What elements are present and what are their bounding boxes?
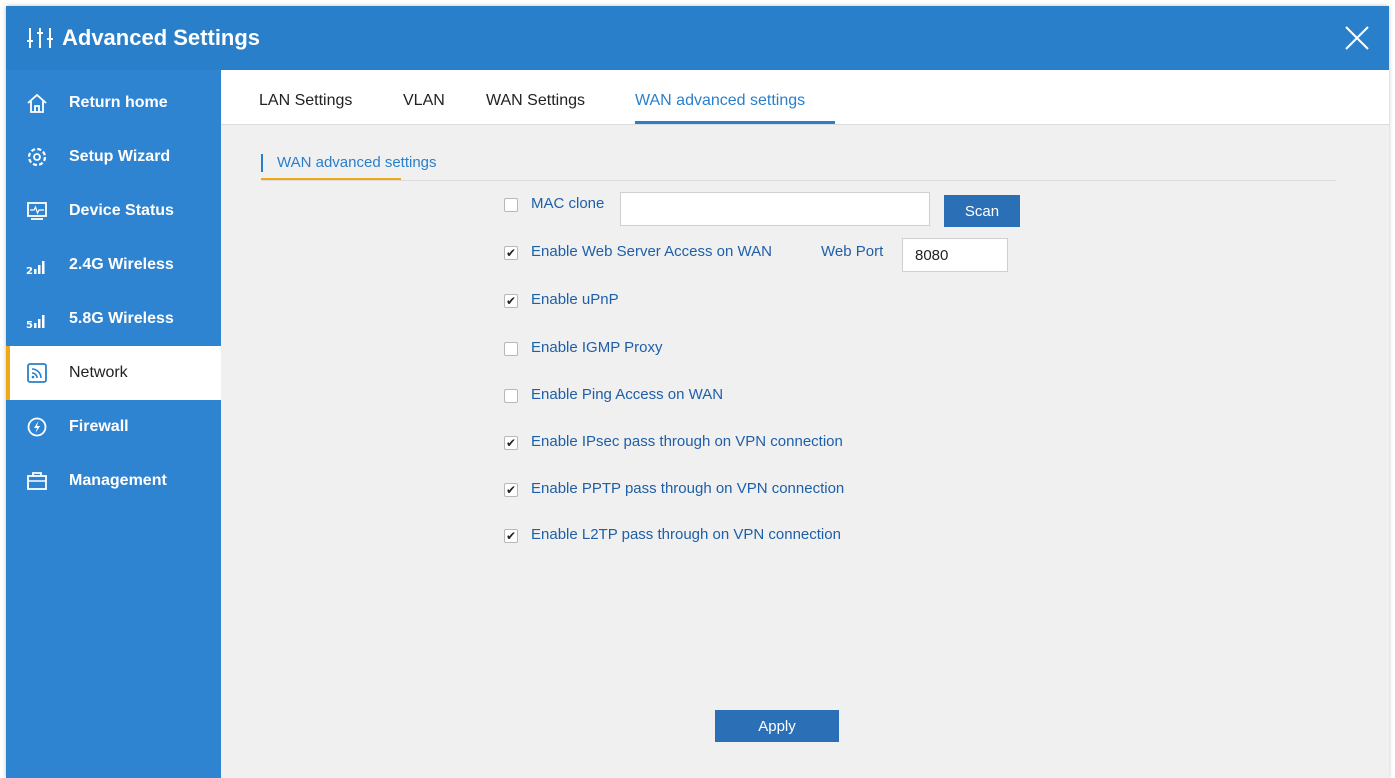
ipsec-passthrough-label: Enable IPsec pass through on VPN connect… (531, 433, 843, 450)
advanced-settings-window: Advanced Settings Return home Setup Wiza… (6, 6, 1389, 778)
mac-address-input[interactable] (620, 192, 930, 226)
monitor-icon (27, 202, 47, 220)
ping-access-label: Enable Ping Access on WAN (531, 386, 724, 403)
close-icon[interactable] (1343, 24, 1371, 52)
tab-bar: LAN Settings VLAN WAN Settings WAN advan… (221, 70, 1389, 125)
ping-access-checkbox[interactable] (504, 389, 518, 403)
sliders-icon (27, 28, 53, 48)
web-server-access-label: Enable Web Server Access on WAN (531, 243, 772, 260)
tab-lan-settings[interactable]: LAN Settings (259, 91, 352, 111)
sidebar-item-label: 2.4G Wireless (69, 256, 174, 273)
pptp-passthrough-checkbox[interactable]: ✔ (504, 483, 518, 497)
l2tp-passthrough-label: Enable L2TP pass through on VPN connecti… (531, 526, 841, 543)
apply-button[interactable]: Apply (715, 710, 839, 742)
sidebar-item-label: 5.8G Wireless (69, 310, 174, 327)
main-content: LAN Settings VLAN WAN Settings WAN advan… (221, 70, 1389, 778)
section-title: WAN advanced settings (277, 154, 437, 171)
sidebar-item-label: Return home (69, 94, 168, 111)
web-port-input[interactable] (902, 238, 1008, 272)
section-accent-line (261, 178, 401, 180)
sidebar-item-5-8g-wireless[interactable]: 5 5.8G Wireless (6, 292, 221, 346)
section-marker (261, 154, 263, 172)
window-title: Advanced Settings (62, 25, 261, 50)
active-tab-indicator (635, 121, 835, 124)
l2tp-passthrough-checkbox[interactable]: ✔ (504, 529, 518, 543)
web-server-access-checkbox[interactable]: ✔ (504, 246, 518, 260)
sidebar-item-firewall[interactable]: Firewall (6, 400, 221, 454)
sidebar-item-return-home[interactable]: Return home (6, 76, 221, 130)
mac-clone-label: MAC clone (531, 195, 605, 212)
section-header: WAN advanced settings (261, 148, 1336, 181)
sidebar-item-label: Network (69, 364, 128, 381)
pptp-passthrough-label: Enable PPTP pass through on VPN connecti… (531, 480, 845, 497)
shield-icon (27, 417, 47, 437)
tab-wan-advanced-settings[interactable]: WAN advanced settings (635, 91, 805, 111)
sidebar-item-label: Management (69, 472, 167, 489)
sidebar-item-management[interactable]: Management (6, 454, 221, 508)
scan-button[interactable]: Scan (944, 195, 1020, 227)
gear-icon (27, 147, 47, 167)
sidebar-item-label: Firewall (69, 418, 129, 435)
sidebar-item-network[interactable]: Network (6, 346, 221, 400)
signal-2g-icon: 2 (26, 261, 45, 276)
upnp-label: Enable uPnP (531, 291, 619, 308)
tab-vlan[interactable]: VLAN (403, 91, 445, 111)
svg-text:2: 2 (26, 266, 33, 276)
upnp-checkbox[interactable]: ✔ (504, 294, 518, 308)
igmp-proxy-label: Enable IGMP Proxy (531, 339, 663, 356)
sidebar: Return home Setup Wizard Device Status 2 (6, 70, 221, 778)
web-port-label: Web Port (821, 243, 884, 260)
igmp-proxy-checkbox[interactable] (504, 342, 518, 356)
sidebar-item-label: Setup Wizard (69, 148, 171, 165)
svg-text:5: 5 (26, 320, 33, 330)
ipsec-passthrough-checkbox[interactable]: ✔ (504, 436, 518, 450)
home-icon (27, 93, 47, 113)
tab-wan-settings[interactable]: WAN Settings (486, 91, 585, 111)
sidebar-item-setup-wizard[interactable]: Setup Wizard (6, 130, 221, 184)
toolbox-icon (27, 472, 47, 490)
mac-clone-checkbox[interactable] (504, 198, 518, 212)
sidebar-item-device-status[interactable]: Device Status (6, 184, 221, 238)
network-icon (27, 363, 47, 383)
sidebar-item-2-4g-wireless[interactable]: 2 2.4G Wireless (6, 238, 221, 292)
signal-5g-icon: 5 (26, 315, 45, 330)
sidebar-item-label: Device Status (69, 202, 174, 219)
title-bar: Advanced Settings (6, 6, 1389, 70)
